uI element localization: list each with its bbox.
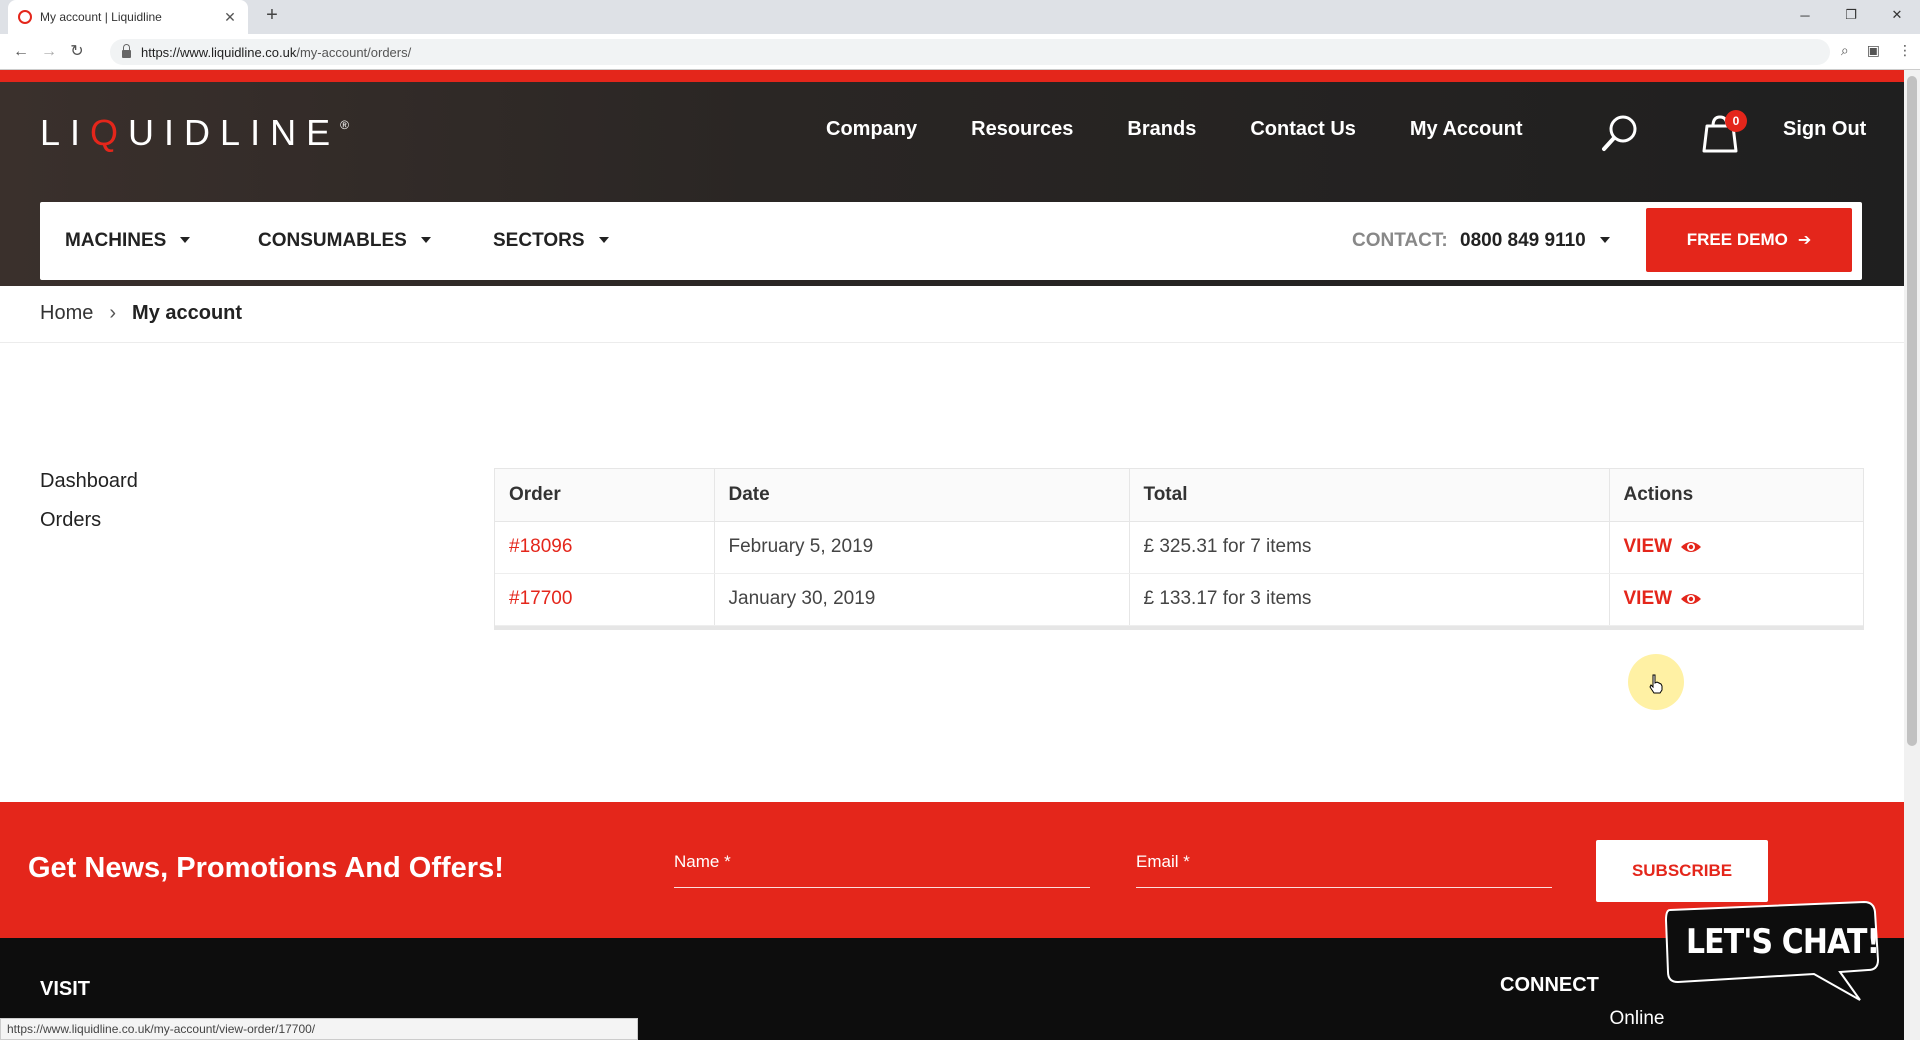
toolbar-actions: ⌕ ▣ ⋮ [1841, 42, 1912, 59]
zoom-icon[interactable]: ⌕ [1841, 42, 1849, 59]
caret-down-icon [180, 237, 191, 243]
account-nav-dashboard[interactable]: Dashboard [40, 470, 138, 493]
eye-icon [1681, 542, 1702, 552]
table-row: #18096 February 5, 2019 £ 325.31 for 7 i… [495, 521, 1863, 574]
back-icon[interactable]: ← [10, 41, 32, 63]
window-controls: ─ ❐ ✕ [1782, 0, 1920, 30]
address-bar[interactable]: https://www.liquidline.co.uk /my-account… [110, 39, 1830, 65]
page-scrollbar[interactable] [1904, 70, 1920, 1040]
contact-number-dropdown[interactable]: 0800 849 9110 [1460, 230, 1610, 252]
caret-down-icon [598, 237, 609, 243]
newsletter-email-field[interactable]: Email * [1136, 842, 1552, 888]
contact-label: CONTACT: [1352, 230, 1448, 251]
nav-resources[interactable]: Resources [971, 118, 1073, 141]
nav-brands[interactable]: Brands [1127, 118, 1196, 141]
order-total: £ 325.31 for 7 items [1129, 521, 1610, 574]
site-header: LIQUIDLINE® Company Resources Brands Con… [0, 82, 1904, 286]
search-icon[interactable] [1600, 112, 1640, 154]
close-window-icon[interactable]: ✕ [1874, 0, 1920, 30]
breadcrumb-divider [0, 342, 1904, 343]
lock-icon [122, 44, 131, 58]
browser-status-bar: https://www.liquidline.co.uk/my-account/… [0, 1018, 638, 1040]
newsletter-title: Get News, Promotions And Offers! [28, 852, 504, 884]
sign-out-link[interactable]: Sign Out [1783, 118, 1866, 141]
nav-contact-us[interactable]: Contact Us [1250, 118, 1356, 141]
account-navigation: Dashboard Orders [40, 470, 138, 548]
forward-icon[interactable]: → [38, 41, 60, 63]
url-host: https://www.liquidline.co.uk [141, 44, 297, 60]
breadcrumb-home[interactable]: Home [40, 302, 93, 325]
subscribe-button[interactable]: SUBSCRIBE [1596, 840, 1768, 902]
browser-tab-bar: My account | Liquidline ✕ + ─ ❐ ✕ [0, 0, 1920, 34]
breadcrumb-current: My account [132, 302, 243, 324]
restore-icon[interactable]: ❐ [1828, 0, 1874, 30]
menu-consumables[interactable]: CONSUMABLES [258, 230, 431, 252]
new-tab-button[interactable]: + [260, 4, 284, 27]
footer-connect-heading: CONNECT [1500, 974, 1599, 996]
order-number-link[interactable]: #17700 [509, 588, 572, 609]
main-menu-bar: MACHINES CONSUMABLES SECTORS CONTACT: 08… [40, 202, 1862, 280]
column-header-order: Order [495, 469, 715, 522]
cart-count-badge: 0 [1725, 110, 1747, 132]
order-total: £ 133.17 for 3 items [1129, 573, 1610, 626]
nav-company[interactable]: Company [826, 118, 917, 141]
orders-table: Order Date Total Actions #18096 February… [494, 468, 1864, 630]
column-header-actions: Actions [1609, 469, 1863, 522]
order-number-link[interactable]: #18096 [509, 536, 572, 557]
chat-label[interactable]: LET'S CHAT! [1686, 922, 1880, 962]
reload-icon[interactable]: ↻ [66, 41, 88, 63]
account-nav-orders[interactable]: Orders [40, 509, 138, 532]
profile-icon[interactable]: ▣ [1867, 42, 1880, 59]
eye-icon [1681, 594, 1702, 604]
column-header-date: Date [714, 469, 1130, 522]
order-date: January 30, 2019 [714, 573, 1130, 626]
nav-my-account[interactable]: My Account [1410, 118, 1523, 141]
view-order-button[interactable]: VIEW [1624, 536, 1703, 558]
order-date: February 5, 2019 [714, 521, 1130, 574]
view-order-button[interactable]: VIEW [1624, 588, 1703, 610]
caret-down-icon [1599, 237, 1610, 243]
menu-machines[interactable]: MACHINES [65, 230, 191, 252]
browser-tab[interactable]: My account | Liquidline ✕ [8, 0, 248, 34]
url-path: /my-account/orders/ [296, 44, 412, 60]
newsletter-name-field[interactable]: Name * [674, 842, 1090, 888]
tab-title: My account | Liquidline [40, 10, 162, 24]
top-navigation: Company Resources Brands Contact Us My A… [826, 118, 1523, 141]
column-header-total: Total [1129, 469, 1610, 522]
minimize-icon[interactable]: ─ [1782, 0, 1828, 30]
favicon-icon [18, 10, 32, 24]
newsletter-section: Get News, Promotions And Offers! Name * … [0, 802, 1904, 938]
top-accent-bar [0, 70, 1904, 82]
table-header-row: Order Date Total Actions [495, 469, 1863, 522]
menu-dots-icon[interactable]: ⋮ [1898, 42, 1912, 59]
footer-visit-heading: VISIT [40, 978, 91, 1000]
breadcrumb: Home › My account [40, 302, 242, 325]
caret-down-icon [420, 237, 431, 243]
free-demo-button[interactable]: FREE DEMO ➔ [1646, 208, 1852, 272]
chat-status-bar[interactable]: Online [1454, 998, 1820, 1040]
menu-sectors[interactable]: SECTORS [493, 230, 609, 252]
liquidline-logo[interactable]: LIQUIDLINE® [40, 112, 349, 154]
arrow-right-icon: ➔ [1797, 232, 1812, 249]
table-row: #17700 January 30, 2019 £ 133.17 for 3 i… [495, 573, 1863, 626]
browser-toolbar: ← → ↻ https://www.liquidline.co.uk /my-a… [0, 34, 1920, 70]
breadcrumb-separator: › [109, 302, 117, 324]
scrollbar-thumb[interactable] [1907, 76, 1917, 746]
close-tab-icon[interactable]: ✕ [222, 9, 238, 26]
hand-cursor-icon [1649, 674, 1663, 694]
web-page: LIQUIDLINE® Company Resources Brands Con… [0, 70, 1904, 1040]
